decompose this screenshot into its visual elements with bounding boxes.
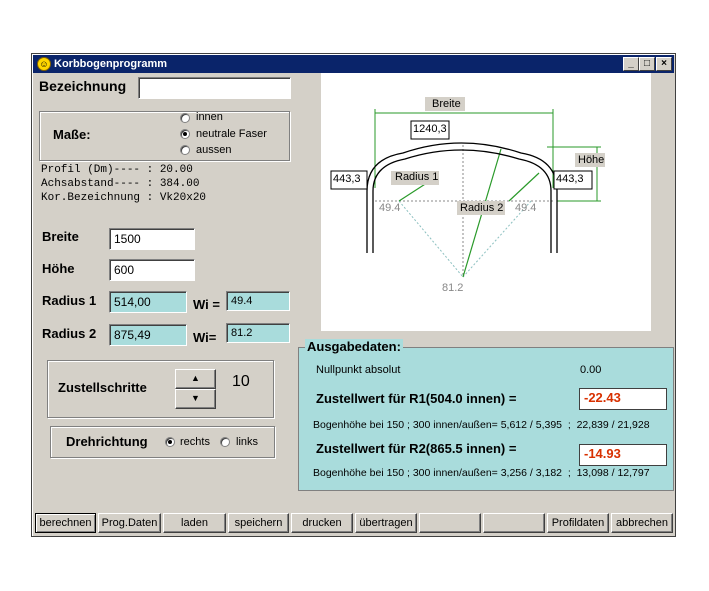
radius1-output: 514,00 [109, 291, 187, 313]
radio-links-label: links [236, 436, 259, 448]
diagram-angle-right: 49.4 [515, 202, 537, 214]
speichern-button[interactable]: speichern [228, 513, 289, 533]
diagram-breite-label: Breite [432, 98, 461, 110]
wi2-output: 81.2 [226, 323, 290, 343]
hoehe-input[interactable]: 600 [109, 259, 195, 281]
radius2-label: Radius 2 [42, 326, 97, 341]
radio-rechts-label: rechts [180, 436, 210, 448]
profile-line-2: Achsabstand---- : 384.00 [41, 178, 200, 190]
empty-button-1[interactable] [419, 513, 481, 533]
uebertragen-button[interactable]: übertragen [355, 513, 417, 533]
diagram-hoehe-label: Höhe [578, 154, 605, 166]
close-button[interactable]: × [656, 57, 672, 71]
radius1-right-line [508, 172, 540, 202]
arch-diagram: Breite 1240,3 Höhe 443,3 443,3 Radius 1 … [321, 73, 651, 331]
wi2-label: Wi= [193, 330, 217, 345]
r2-label: Zustellwert für R2(865.5 innen) = [316, 441, 517, 456]
r1-label: Zustellwert für R1(504.0 innen) = [316, 391, 517, 406]
arrow-up-icon: ▲ [191, 373, 200, 383]
radio-neutrale-faser-label: neutrale Faser [196, 128, 267, 140]
empty-button-2[interactable] [483, 513, 545, 533]
arrow-down-icon: ▼ [191, 393, 200, 403]
radio-innen[interactable] [180, 113, 190, 123]
radio-aussen[interactable] [180, 145, 190, 155]
drehrichtung-label: Drehrichtung [66, 434, 148, 449]
diagram-left-value: 443,3 [333, 173, 361, 185]
laden-button[interactable]: laden [163, 513, 226, 533]
ausgabedaten-legend: Ausgabedaten: [305, 339, 403, 354]
bezeichnung-label: Bezeichnung [39, 78, 127, 94]
radius1-label: Radius 1 [42, 293, 97, 308]
masse-label: Maße: [53, 127, 91, 142]
title-bar[interactable]: ☺ Korbbogenprogramm _ □ × [33, 55, 674, 73]
abbrechen-button[interactable]: abbrechen [611, 513, 673, 533]
radio-innen-label: innen [196, 111, 223, 123]
radio-neutrale-faser[interactable] [180, 129, 190, 139]
radio-rechts[interactable] [165, 437, 175, 447]
arch-outer [366, 142, 558, 253]
radius-left-line [398, 200, 464, 278]
breite-label: Breite [42, 229, 79, 244]
profile-line-3: Kor.Bezeichnung : Vk20x20 [41, 192, 207, 204]
bezeichnung-input[interactable] [138, 77, 291, 99]
zustellschritte-value: 10 [232, 373, 250, 390]
nullpunkt-label: Nullpunkt absolut [316, 364, 401, 376]
diagram-radius1-label: Radius 1 [395, 171, 439, 183]
nullpunkt-value: 0.00 [580, 364, 602, 376]
spin-down-button[interactable]: ▼ [175, 389, 216, 409]
ausgabedaten-panel: Ausgabedaten: Nullpunkt absolut 0.00 Zus… [298, 339, 674, 491]
berechnen-button[interactable]: berechnen [35, 513, 96, 533]
profile-line-1: Profil (Dm)---- : 20.00 [41, 164, 193, 176]
r1-bogenhoehe: Bogenhöhe bei 150 ; 300 innen/außen= 5,6… [313, 419, 650, 431]
hoehe-label: Höhe [42, 261, 75, 276]
wi1-label: Wi = [193, 297, 220, 312]
diagram-angle-bottom: 81.2 [442, 282, 464, 294]
smiley-app-icon: ☺ [37, 57, 51, 71]
r2-bogenhoehe: Bogenhöhe bei 150 ; 300 innen/außen= 3,2… [313, 467, 650, 479]
spin-up-button[interactable]: ▲ [175, 369, 216, 389]
diagram-radius2-label: Radius 2 [460, 202, 504, 214]
diagram-right-value: 443,3 [556, 173, 584, 185]
prog-daten-button[interactable]: Prog.Daten [98, 513, 161, 533]
minimize-button[interactable]: _ [623, 57, 639, 71]
breite-input[interactable]: 1500 [109, 228, 195, 250]
wi1-output: 49.4 [226, 291, 290, 311]
radio-links[interactable] [220, 437, 230, 447]
window-title: Korbbogenprogramm [54, 58, 168, 70]
r1-value: -22.43 [579, 388, 667, 410]
diagram-angle-left: 49.4 [379, 202, 401, 214]
maximize-button[interactable]: □ [639, 57, 655, 71]
radius2-output: 875,49 [109, 324, 187, 346]
zustellschritte-label: Zustellschritte [58, 380, 147, 395]
radio-aussen-label: aussen [196, 144, 232, 156]
drucken-button[interactable]: drucken [291, 513, 353, 533]
diagram-breite-value: 1240,3 [413, 123, 447, 135]
r2-value: -14.93 [579, 444, 667, 466]
profildaten-button[interactable]: Profildaten [547, 513, 609, 533]
